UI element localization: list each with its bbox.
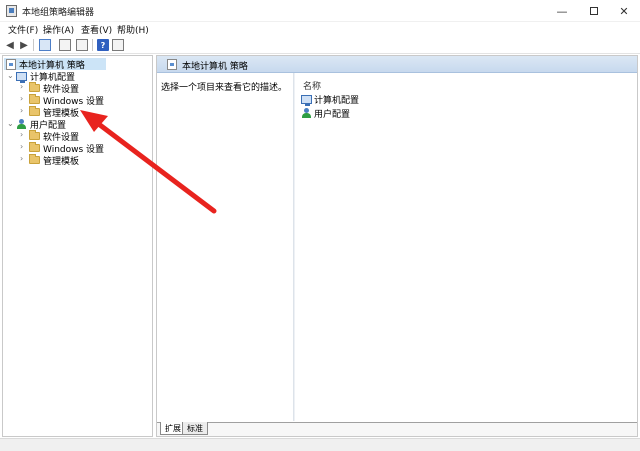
status-bar <box>0 438 640 451</box>
console-tree-icon[interactable] <box>39 39 51 51</box>
menu-bar: 文件(F) 操作(A) 查看(V) 帮助(H) <box>0 22 640 36</box>
chevron-right-icon[interactable]: › <box>20 82 23 91</box>
properties-icon[interactable] <box>59 39 71 51</box>
user-icon <box>301 108 312 118</box>
tree-item-software-settings[interactable]: 软件设置 <box>29 82 79 95</box>
menu-help[interactable]: 帮助(H) <box>117 23 149 36</box>
toolbar-separator <box>92 39 93 51</box>
list-item-user-config[interactable]: 用户配置 <box>301 107 351 120</box>
folder-icon <box>29 142 40 152</box>
menu-file[interactable]: 文件(F) <box>8 23 38 36</box>
results-title: 本地计算机 策略 <box>182 62 248 72</box>
chevron-down-icon[interactable]: ⌄ <box>7 71 14 80</box>
results-header: 本地计算机 策略 <box>157 56 637 73</box>
tree-item-user-admin-templates[interactable]: 管理模板 <box>29 154 80 167</box>
chevron-right-icon[interactable]: › <box>20 142 23 151</box>
computer-icon <box>301 94 312 106</box>
console-tree[interactable]: 本地计算机 策略 ⌄ 计算机配置 › 软件设置 › Windows 设置 › 管… <box>2 55 153 437</box>
computer-icon <box>16 71 27 83</box>
folder-icon <box>29 130 40 140</box>
description-text: 选择一个项目来查看它的描述。 <box>161 83 288 93</box>
back-icon[interactable]: ◀ <box>4 39 16 51</box>
folder-icon <box>29 154 40 164</box>
chevron-right-icon[interactable]: › <box>20 130 23 139</box>
chevron-right-icon[interactable]: › <box>20 154 23 163</box>
toolbar: ◀ ▶ ? <box>0 36 640 54</box>
app-icon <box>6 5 17 17</box>
tab-standard[interactable]: 标准 <box>182 422 208 435</box>
forward-icon[interactable]: ▶ <box>18 39 30 51</box>
chevron-down-icon[interactable]: ⌄ <box>7 119 14 128</box>
chevron-right-icon[interactable]: › <box>20 94 23 103</box>
menu-view[interactable]: 查看(V) <box>81 23 112 36</box>
folder-icon <box>29 94 40 104</box>
maximize-icon <box>590 7 598 15</box>
tree-item-user-config[interactable]: 用户配置 <box>16 118 66 131</box>
menu-action[interactable]: 操作(A) <box>43 23 74 36</box>
policy-icon <box>6 58 16 70</box>
export-icon[interactable] <box>76 39 88 51</box>
column-header-name[interactable]: 名称 <box>303 79 321 92</box>
title-bar: 本地组策略编辑器 — ✕ <box>0 0 640 22</box>
tree-item-user-software-settings[interactable]: 软件设置 <box>29 130 79 143</box>
view-tabs: 扩展 标准 <box>157 422 637 436</box>
help-icon[interactable]: ? <box>97 39 109 51</box>
close-icon: ✕ <box>619 4 629 18</box>
tree-item-computer-config[interactable]: 计算机配置 <box>16 70 75 83</box>
list-item-label: 计算机配置 <box>314 95 360 106</box>
chevron-right-icon[interactable]: › <box>20 106 23 115</box>
column-divider[interactable] <box>293 73 295 421</box>
tree-item-admin-templates[interactable]: 管理模板 <box>29 106 79 119</box>
results-pane: 本地计算机 策略 选择一个项目来查看它的描述。 名称 计算机配置 用户配置 扩展… <box>156 55 638 437</box>
list-item-computer-config[interactable]: 计算机配置 <box>301 93 360 106</box>
folder-icon <box>29 82 40 92</box>
list-item-label: 用户配置 <box>314 109 351 120</box>
minimize-button[interactable]: — <box>546 0 578 22</box>
tree-item-windows-settings[interactable]: Windows 设置 <box>29 94 104 107</box>
minimize-icon: — <box>556 4 568 18</box>
tree-item-user-windows-settings[interactable]: Windows 设置 <box>29 142 104 155</box>
window-title: 本地组策略编辑器 <box>22 8 95 18</box>
close-button[interactable]: ✕ <box>608 0 640 22</box>
view-icon[interactable] <box>112 39 124 51</box>
maximize-button[interactable] <box>578 0 610 22</box>
tree-item-label: 管理模板 <box>43 156 80 167</box>
tree-item-root[interactable]: 本地计算机 策略 <box>4 58 106 71</box>
toolbar-separator <box>33 39 34 51</box>
user-icon <box>16 119 27 129</box>
folder-icon <box>29 106 40 116</box>
policy-icon <box>167 59 177 70</box>
